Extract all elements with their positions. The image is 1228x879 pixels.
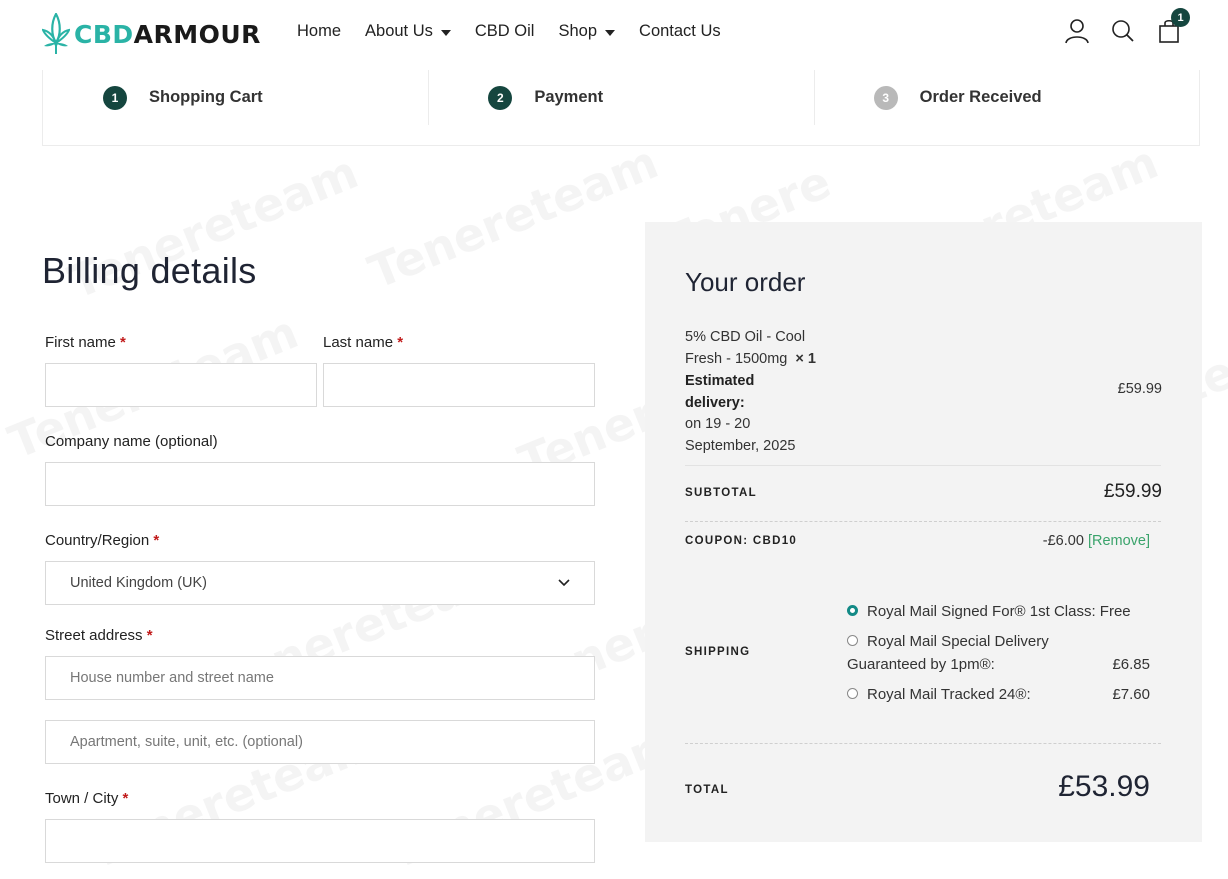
total-value: £53.99 [1058,770,1150,803]
order-item-price: £59.99 [1117,381,1162,397]
nav-contact-us[interactable]: Contact Us [639,22,721,41]
subtotal-value: £59.99 [1103,481,1162,502]
step-shopping-cart[interactable]: 1 Shopping Cart [43,70,428,145]
town-city-label: Town / City * [45,790,129,807]
step-label: Shopping Cart [149,88,263,106]
step-number: 1 [103,85,127,110]
first-name-label: First name * [45,334,126,351]
shipping-radio[interactable] [847,635,858,646]
leaf-icon [42,13,70,54]
remove-coupon-link[interactable]: [Remove] [1088,533,1150,549]
shipping-option-label: Royal Mail Special Delivery [867,633,1049,650]
user-icon[interactable] [1064,18,1090,44]
shipping-option-price: £7.60 [1112,686,1150,703]
divider [685,465,1161,466]
shipping-radio[interactable] [847,688,858,699]
town-city-field[interactable] [45,819,595,863]
cart-count-badge: 1 [1171,8,1190,27]
nav-about-us[interactable]: About Us [365,22,451,41]
step-order-received[interactable]: 3 Order Received [813,70,1199,145]
cart-icon[interactable]: 1 [1156,8,1190,44]
caret-down-icon [440,29,451,36]
company-name-label: Company name (optional) [45,433,218,450]
total-label: TOTAL [685,784,729,796]
step-number: 3 [873,85,898,110]
watermark: Tenereteam [361,135,665,300]
shipping-label: SHIPPING [685,646,751,658]
site-logo[interactable]: CBDARMOUR [42,12,261,56]
nav-shop[interactable]: Shop [558,22,616,41]
divider [685,743,1161,744]
coupon-label: COUPON: CBD10 [685,535,798,547]
order-summary-panel: Your order 5% CBD Oil - Cool Fresh - 150… [645,222,1202,842]
step-label: Payment [534,88,604,106]
last-name-field[interactable] [323,363,595,407]
country-select[interactable]: United Kingdom (UK) [45,561,595,605]
company-name-field[interactable] [45,462,595,506]
estimated-delivery-value: on 19 - 20 September, 2025 [685,416,796,454]
caret-down-icon [605,29,616,36]
chevron-down-icon [558,579,570,587]
street-address-line2-field[interactable] [45,720,595,764]
subtotal-label: SUBTOTAL [685,487,757,499]
step-label: Order Received [919,88,1042,106]
street-address-line1-field[interactable] [45,656,595,700]
logo-text: CBDARMOUR [74,19,261,49]
order-title: Your order [685,267,806,297]
header-actions: 1 [1064,8,1190,44]
step-payment[interactable]: 2 Payment [428,70,813,145]
nav-cbd-oil[interactable]: CBD Oil [475,22,535,41]
shipping-option-label: Guaranteed by 1pm®: [847,656,995,673]
shipping-option-label: Royal Mail Signed For® 1st Class: Free [867,603,1131,620]
shipping-option-label: Royal Mail Tracked 24®: [867,686,1031,703]
billing-title: Billing details [42,250,257,291]
order-item-qty: × 1 [795,350,816,367]
shipping-radio[interactable] [847,605,858,616]
country-value: United Kingdom (UK) [70,575,207,591]
step-number: 2 [488,85,513,110]
estimated-delivery-label: Estimated delivery: [685,373,755,411]
checkout-steps: 1 Shopping Cart 2 Payment 3 Order Receiv… [42,70,1200,146]
search-icon[interactable] [1110,18,1136,44]
shipping-option-price: £6.85 [1112,656,1150,673]
street-address-label: Street address * [45,627,153,644]
coupon-discount: -£6.00 [Remove] [1042,533,1150,549]
nav-home[interactable]: Home [297,22,341,41]
last-name-label: Last name * [323,334,404,351]
divider [685,521,1161,522]
main-nav: Home About Us CBD Oil Shop Contact Us [297,22,721,41]
order-item-name: 5% CBD Oil - Cool Fresh - 1500mg × 1 [685,329,816,367]
country-label: Country/Region * [45,532,160,549]
first-name-field[interactable] [45,363,317,407]
